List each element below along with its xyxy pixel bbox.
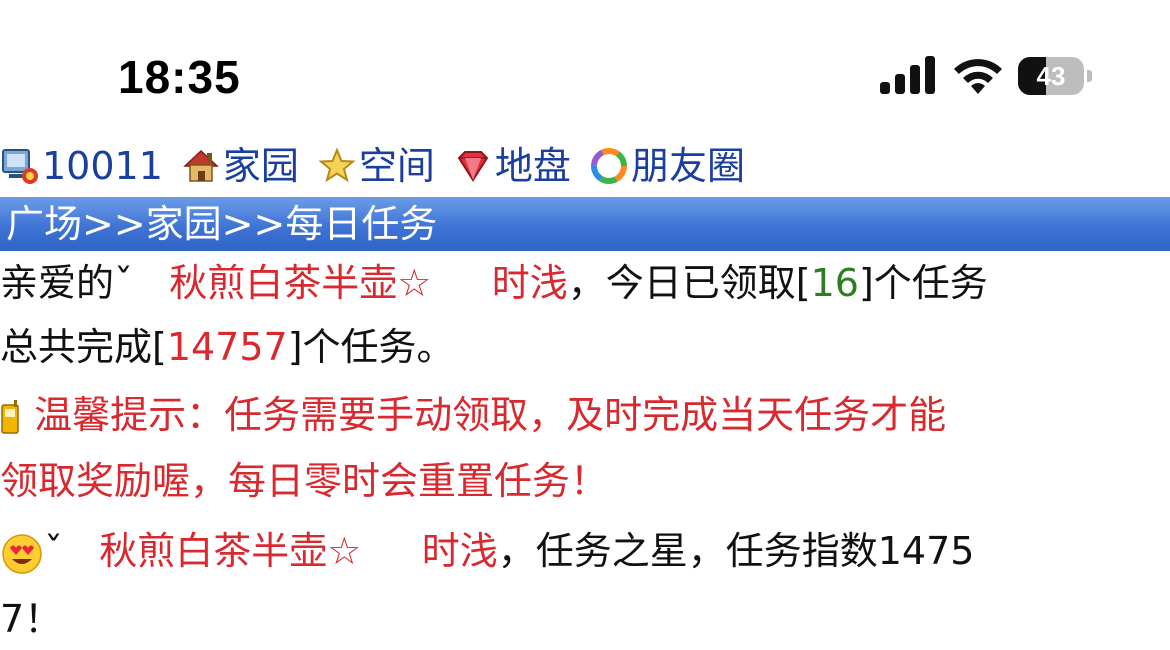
top-nav: 10011 家园 空间 地盘 朋友圈 [0, 140, 763, 192]
nav-item-home[interactable]: 家园 [181, 146, 299, 186]
battery-icon: 43 [1018, 57, 1092, 95]
status-icons: 43 [880, 56, 1092, 96]
total-count: 14757 [166, 325, 288, 369]
status-time: 18:35 [118, 51, 241, 103]
received-count: 16 [810, 261, 859, 305]
nav-item-10011[interactable]: 10011 [0, 146, 163, 186]
nav-item-space[interactable]: 空间 [317, 146, 435, 186]
breadcrumb: 广场>>家园>>每日任务 [0, 197, 1170, 251]
wifi-icon [954, 59, 1002, 94]
greeting-line: 亲爱的ˇ 秋煎白茶半壶☆ 时浅，今日已领取[16]个任务 [0, 261, 988, 305]
battery-level: 43 [1036, 61, 1066, 91]
computer-icon [2, 149, 38, 184]
tip-line-2: 领取奖励喔，每日零时会重置任务！ [0, 459, 609, 503]
star-username-link[interactable]: 秋煎白茶半壶☆ [99, 529, 361, 573]
nav-item-territory[interactable]: 地盘 [453, 146, 571, 186]
home-icon [182, 149, 219, 182]
status-bar: 18:35 43 [0, 0, 1170, 130]
gem-icon [457, 151, 489, 182]
heart-eyes-emoji-icon [2, 533, 42, 574]
star-icon [318, 147, 356, 183]
phone-icon [1, 399, 19, 434]
nav-item-friends[interactable]: 朋友圈 [589, 146, 745, 186]
cellular-signal-icon [880, 56, 935, 94]
tip-line-1: 温馨提示：任务需要手动领取，及时完成当天任务才能 [0, 384, 946, 446]
username-link[interactable]: 秋煎白茶半壶☆ [169, 261, 431, 305]
task-star-line: ˇ 秋煎白茶半壶☆ 时浅，任务之星，任务指数1475 [0, 520, 974, 582]
total-line: 总共完成[14757]个任务。 [0, 325, 455, 369]
breadcrumb-text[interactable]: 广场>>家园>>每日任务 [0, 202, 437, 246]
task-star-line-wrap: 7！ [0, 597, 63, 641]
friends-circle-icon [590, 148, 627, 184]
